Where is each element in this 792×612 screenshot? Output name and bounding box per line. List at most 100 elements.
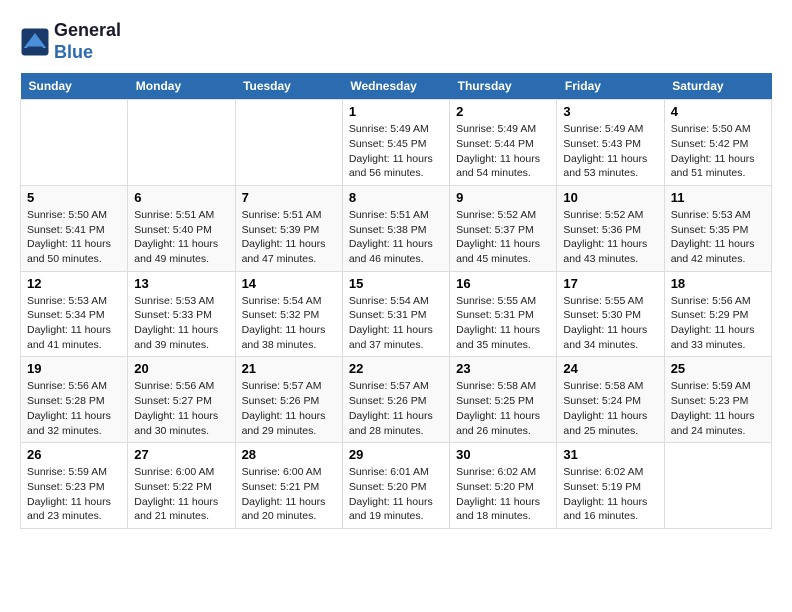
day-number: 20	[134, 361, 228, 376]
calendar-cell: 3 Sunrise: 5:49 AMSunset: 5:43 PMDaylight…	[557, 100, 664, 186]
day-number: 23	[456, 361, 550, 376]
day-info: Sunrise: 5:52 AMSunset: 5:36 PMDaylight:…	[563, 208, 657, 267]
day-info: Sunrise: 5:54 AMSunset: 5:31 PMDaylight:…	[349, 294, 443, 353]
day-number: 25	[671, 361, 765, 376]
calendar-cell: 14Sunrise: 5:54 AMSunset: 5:32 PMDayligh…	[235, 271, 342, 357]
day-info: Sunrise: 6:00 AMSunset: 5:21 PMDaylight:…	[242, 465, 336, 524]
calendar-cell: 2 Sunrise: 5:49 AMSunset: 5:44 PMDaylight…	[450, 100, 557, 186]
day-number: 19	[27, 361, 121, 376]
day-number: 18	[671, 276, 765, 291]
day-info: Sunrise: 5:57 AMSunset: 5:26 PMDaylight:…	[349, 379, 443, 438]
calendar-cell: 15 Sunrise: 5:54 AMSunset: 5:31 PMDayligh…	[342, 271, 449, 357]
day-info: Sunrise: 6:00 AMSunset: 5:22 PMDaylight:…	[134, 465, 228, 524]
day-number: 15	[349, 276, 443, 291]
day-info: Sunrise: 5:54 AMSunset: 5:32 PMDaylight:…	[242, 294, 336, 353]
day-info: Sunrise: 5:51 AMSunset: 5:40 PMDaylight:…	[134, 208, 228, 267]
weekday-header: Sunday	[21, 73, 128, 100]
day-number: 28	[242, 447, 336, 462]
day-number: 16	[456, 276, 550, 291]
day-number: 7	[242, 190, 336, 205]
day-info: Sunrise: 5:58 AMSunset: 5:24 PMDaylight:…	[563, 379, 657, 438]
day-number: 8	[349, 190, 443, 205]
calendar-cell: 21Sunrise: 5:57 AMSunset: 5:26 PMDayligh…	[235, 357, 342, 443]
weekday-header: Saturday	[664, 73, 771, 100]
day-number: 1	[349, 104, 443, 119]
calendar-cell: 7 Sunrise: 5:51 AMSunset: 5:39 PMDaylight…	[235, 185, 342, 271]
day-info: Sunrise: 5:59 AMSunset: 5:23 PMDaylight:…	[671, 379, 765, 438]
day-info: Sunrise: 5:59 AMSunset: 5:23 PMDaylight:…	[27, 465, 121, 524]
day-number: 9	[456, 190, 550, 205]
logo: General Blue	[20, 20, 121, 63]
calendar-cell: 24Sunrise: 5:58 AMSunset: 5:24 PMDayligh…	[557, 357, 664, 443]
day-info: Sunrise: 5:56 AMSunset: 5:27 PMDaylight:…	[134, 379, 228, 438]
calendar-cell: 23 Sunrise: 5:58 AMSunset: 5:25 PMDayligh…	[450, 357, 557, 443]
calendar-cell: 22 Sunrise: 5:57 AMSunset: 5:26 PMDayligh…	[342, 357, 449, 443]
weekday-header-row: SundayMondayTuesdayWednesdayThursdayFrid…	[21, 73, 772, 100]
calendar-cell: 5 Sunrise: 5:50 AMSunset: 5:41 PMDaylight…	[21, 185, 128, 271]
calendar-cell: 18 Sunrise: 5:56 AMSunset: 5:29 PMDayligh…	[664, 271, 771, 357]
day-info: Sunrise: 5:49 AMSunset: 5:44 PMDaylight:…	[456, 122, 550, 181]
calendar-cell: 31Sunrise: 6:02 AMSunset: 5:19 PMDayligh…	[557, 443, 664, 529]
logo-text: General Blue	[54, 20, 121, 63]
day-info: Sunrise: 5:50 AMSunset: 5:41 PMDaylight:…	[27, 208, 121, 267]
calendar-cell: 12 Sunrise: 5:53 AMSunset: 5:34 PMDayligh…	[21, 271, 128, 357]
day-info: Sunrise: 5:51 AMSunset: 5:38 PMDaylight:…	[349, 208, 443, 267]
calendar-cell: 26 Sunrise: 5:59 AMSunset: 5:23 PMDayligh…	[21, 443, 128, 529]
logo-icon	[20, 27, 50, 57]
calendar-cell	[128, 100, 235, 186]
calendar-week-row: 1 Sunrise: 5:49 AMSunset: 5:45 PMDaylight…	[21, 100, 772, 186]
calendar-cell: 13Sunrise: 5:53 AMSunset: 5:33 PMDayligh…	[128, 271, 235, 357]
calendar-cell: 8 Sunrise: 5:51 AMSunset: 5:38 PMDaylight…	[342, 185, 449, 271]
day-number: 31	[563, 447, 657, 462]
calendar-cell: 29Sunrise: 6:01 AMSunset: 5:20 PMDayligh…	[342, 443, 449, 529]
day-info: Sunrise: 5:58 AMSunset: 5:25 PMDaylight:…	[456, 379, 550, 438]
day-info: Sunrise: 5:50 AMSunset: 5:42 PMDaylight:…	[671, 122, 765, 181]
calendar-cell: 11Sunrise: 5:53 AMSunset: 5:35 PMDayligh…	[664, 185, 771, 271]
weekday-header: Wednesday	[342, 73, 449, 100]
day-info: Sunrise: 5:53 AMSunset: 5:33 PMDaylight:…	[134, 294, 228, 353]
calendar-cell: 28 Sunrise: 6:00 AMSunset: 5:21 PMDayligh…	[235, 443, 342, 529]
day-info: Sunrise: 5:49 AMSunset: 5:43 PMDaylight:…	[563, 122, 657, 181]
calendar-cell: 1 Sunrise: 5:49 AMSunset: 5:45 PMDaylight…	[342, 100, 449, 186]
weekday-header: Monday	[128, 73, 235, 100]
weekday-header: Thursday	[450, 73, 557, 100]
calendar-cell: 25 Sunrise: 5:59 AMSunset: 5:23 PMDayligh…	[664, 357, 771, 443]
day-info: Sunrise: 5:52 AMSunset: 5:37 PMDaylight:…	[456, 208, 550, 267]
day-info: Sunrise: 5:56 AMSunset: 5:28 PMDaylight:…	[27, 379, 121, 438]
day-number: 11	[671, 190, 765, 205]
day-number: 29	[349, 447, 443, 462]
weekday-header: Tuesday	[235, 73, 342, 100]
day-number: 12	[27, 276, 121, 291]
day-number: 2	[456, 104, 550, 119]
day-info: Sunrise: 6:02 AMSunset: 5:20 PMDaylight:…	[456, 465, 550, 524]
calendar-cell	[235, 100, 342, 186]
weekday-header: Friday	[557, 73, 664, 100]
day-info: Sunrise: 5:51 AMSunset: 5:39 PMDaylight:…	[242, 208, 336, 267]
day-info: Sunrise: 5:49 AMSunset: 5:45 PMDaylight:…	[349, 122, 443, 181]
day-number: 22	[349, 361, 443, 376]
calendar-week-row: 5 Sunrise: 5:50 AMSunset: 5:41 PMDaylight…	[21, 185, 772, 271]
day-info: Sunrise: 5:53 AMSunset: 5:34 PMDaylight:…	[27, 294, 121, 353]
day-number: 17	[563, 276, 657, 291]
day-number: 3	[563, 104, 657, 119]
calendar-week-row: 12 Sunrise: 5:53 AMSunset: 5:34 PMDayligh…	[21, 271, 772, 357]
calendar-cell: 6 Sunrise: 5:51 AMSunset: 5:40 PMDaylight…	[128, 185, 235, 271]
calendar-cell	[21, 100, 128, 186]
calendar-cell: 4Sunrise: 5:50 AMSunset: 5:42 PMDaylight…	[664, 100, 771, 186]
day-number: 5	[27, 190, 121, 205]
calendar-cell: 10Sunrise: 5:52 AMSunset: 5:36 PMDayligh…	[557, 185, 664, 271]
page-header: General Blue	[20, 20, 772, 63]
day-info: Sunrise: 5:55 AMSunset: 5:31 PMDaylight:…	[456, 294, 550, 353]
calendar-cell: 20 Sunrise: 5:56 AMSunset: 5:27 PMDayligh…	[128, 357, 235, 443]
calendar-week-row: 26 Sunrise: 5:59 AMSunset: 5:23 PMDayligh…	[21, 443, 772, 529]
day-number: 26	[27, 447, 121, 462]
day-number: 6	[134, 190, 228, 205]
calendar-cell: 19 Sunrise: 5:56 AMSunset: 5:28 PMDayligh…	[21, 357, 128, 443]
calendar-table: SundayMondayTuesdayWednesdayThursdayFrid…	[20, 73, 772, 529]
day-info: Sunrise: 5:55 AMSunset: 5:30 PMDaylight:…	[563, 294, 657, 353]
calendar-cell: 27Sunrise: 6:00 AMSunset: 5:22 PMDayligh…	[128, 443, 235, 529]
calendar-cell: 17 Sunrise: 5:55 AMSunset: 5:30 PMDayligh…	[557, 271, 664, 357]
calendar-cell: 16 Sunrise: 5:55 AMSunset: 5:31 PMDayligh…	[450, 271, 557, 357]
day-info: Sunrise: 5:56 AMSunset: 5:29 PMDaylight:…	[671, 294, 765, 353]
day-number: 21	[242, 361, 336, 376]
